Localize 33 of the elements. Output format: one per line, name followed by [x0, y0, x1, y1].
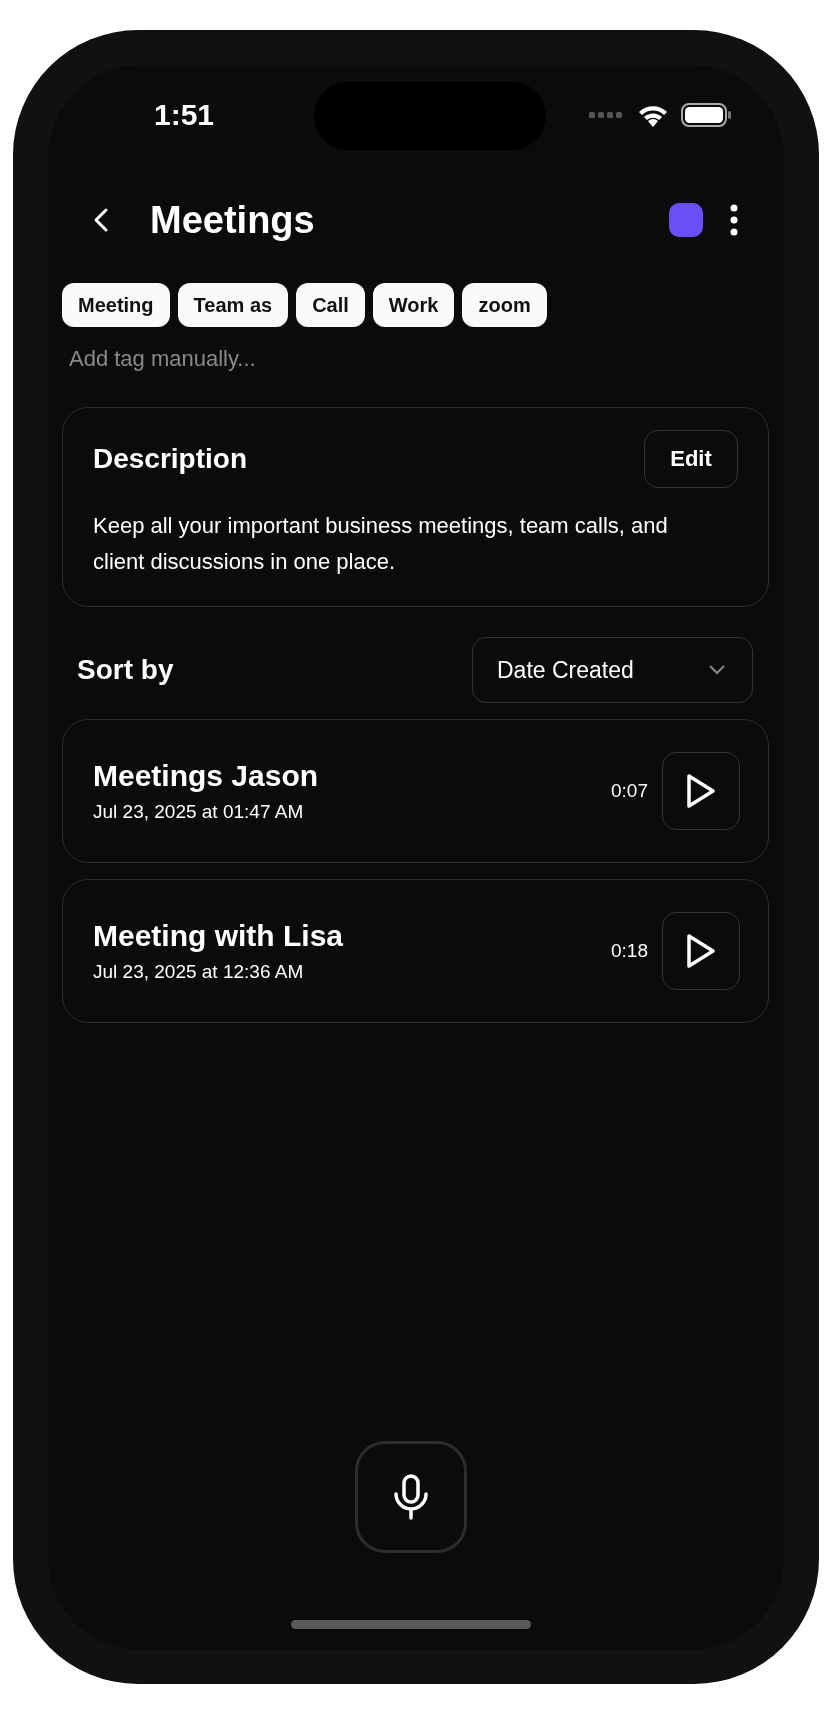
status-time: 1:51: [154, 98, 215, 132]
tag-chip[interactable]: Call: [296, 283, 365, 327]
recording-duration: 0:18: [611, 940, 648, 962]
tag-input-field[interactable]: Add tag manually...: [62, 341, 469, 377]
description-text: Keep all your important business meetings, team calls, and client discussions in one place.: [93, 512, 669, 576]
page-title: Meetings: [150, 198, 315, 242]
recording-duration: 0:07: [611, 780, 648, 802]
color-swatch[interactable]: [669, 203, 703, 237]
microphone-icon: [392, 1474, 429, 1520]
recording-date: Jul 23, 2025 at 01:47 AM: [93, 801, 305, 823]
recording-date: Jul 23, 2025 at 12:36 AM: [93, 961, 305, 983]
recording-title: Meeting with Lisa: [93, 919, 344, 953]
tag-chip[interactable]: Meeting: [62, 283, 170, 327]
signal-icon: [589, 111, 625, 119]
play-icon: [684, 772, 718, 810]
recording-card[interactable]: Meetings Jason Jul 23, 2025 at 01:47 AM 0:07: [62, 719, 769, 863]
record-button[interactable]: [354, 1441, 467, 1553]
edit-button[interactable]: Edit: [644, 430, 738, 488]
recording-title: Meetings Jason: [93, 759, 319, 793]
recording-card[interactable]: Meeting with Lisa Jul 23, 2025 at 12:36 AM 0:18: [62, 879, 769, 1023]
more-icon[interactable]: [729, 204, 739, 236]
caret-icon: [708, 664, 726, 676]
battery-icon: [681, 103, 731, 127]
tag-chip[interactable]: zoom: [462, 283, 547, 327]
description-title: Description: [93, 443, 248, 475]
sort-dropdown[interactable]: Date Created: [472, 637, 753, 703]
tag-chip[interactable]: Work: [372, 283, 455, 327]
tag-chip[interactable]: Team as: [177, 283, 289, 327]
play-button[interactable]: [662, 752, 740, 830]
wifi-icon: [637, 103, 669, 127]
play-button[interactable]: [662, 912, 740, 990]
play-icon: [684, 932, 718, 970]
sort-label: Sort by: [77, 654, 174, 686]
